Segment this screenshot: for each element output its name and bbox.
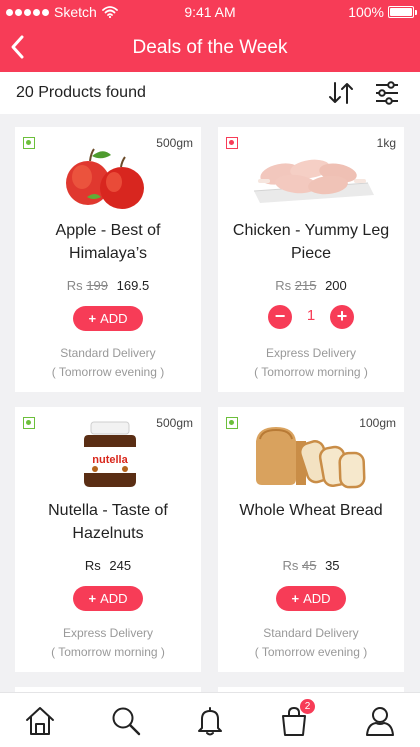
delivery-type: Standard Delivery: [60, 346, 156, 360]
currency-label: Rs: [66, 278, 83, 293]
delivery-time: ( Tomorrow morning ): [51, 645, 165, 659]
cart-badge: 2: [300, 699, 315, 714]
increase-quantity-button[interactable]: +: [330, 305, 354, 329]
delivery-info: Standard Delivery ( Tomorrow evening ): [218, 624, 404, 662]
results-count: 20 Products found: [16, 84, 146, 101]
home-icon[interactable]: [24, 705, 56, 737]
delivery-type: Express Delivery: [265, 346, 357, 360]
add-button[interactable]: + ADD: [276, 586, 346, 611]
add-button[interactable]: + ADD: [73, 586, 143, 611]
add-button[interactable]: + ADD: [73, 306, 143, 331]
plus-icon: +: [88, 591, 97, 606]
bottom-nav: 2: [0, 692, 420, 747]
search-icon[interactable]: [110, 705, 142, 737]
product-name: Nutella - Taste of Hazelnuts: [48, 502, 168, 542]
status-right: 100%: [348, 4, 417, 20]
product-card-apple[interactable]: 500gm Apple - Best of Himalaya’s Rs 199 …: [15, 127, 201, 392]
delivery-time: ( Tomorrow morning ): [254, 365, 368, 379]
nutella-jar-image: nutella: [84, 421, 136, 487]
app-header: Sketch 9:41 AM 100% Deals of the Week: [0, 0, 420, 72]
product-price: Rs 215 200: [218, 278, 404, 293]
add-button-label: ADD: [303, 591, 331, 606]
plus-icon: +: [291, 591, 300, 606]
currency-label: Rs: [275, 278, 292, 293]
current-price: 169.5: [116, 278, 150, 293]
chicken-image: [253, 159, 374, 203]
add-button-label: ADD: [100, 311, 128, 326]
delivery-info: Standard Delivery ( Tomorrow evening ): [15, 344, 201, 382]
old-price: 45: [301, 558, 317, 573]
decrease-quantity-button[interactable]: −: [268, 305, 292, 329]
product-card-nutella[interactable]: 500gm nutella Nutella - Taste of Hazelnu…: [15, 407, 201, 672]
product-card-chicken[interactable]: 1kg Chicken - Yummy Leg Piece Rs 215 200…: [218, 127, 404, 392]
delivery-time: ( Tomorrow evening ): [51, 365, 165, 379]
delivery-info: Express Delivery ( Tomorrow morning ): [218, 344, 404, 382]
bell-icon[interactable]: [194, 705, 226, 737]
product-price: Rs 45 35: [218, 558, 404, 573]
add-button-label: ADD: [100, 591, 128, 606]
page-title: Deals of the Week: [132, 37, 288, 58]
cart-nav-item[interactable]: 2: [278, 699, 315, 737]
product-card-bread[interactable]: 100gm Whole Wheat Bread Rs 45 35 + ADD St…: [218, 407, 404, 672]
product-name: Chicken - Yummy Leg Piece: [232, 222, 390, 262]
plus-icon: +: [88, 311, 97, 326]
old-price: 215: [294, 278, 317, 293]
battery-icon: [388, 6, 417, 18]
quantity-stepper: − 1 +: [268, 305, 354, 331]
product-price: Rs 245: [15, 558, 201, 573]
battery-percent: 100%: [348, 4, 384, 20]
sort-icon[interactable]: [327, 80, 355, 106]
results-bar: 20 Products found: [0, 72, 420, 114]
quantity-value: 1: [306, 307, 316, 324]
bread-image: [256, 427, 366, 489]
delivery-type: Express Delivery: [62, 626, 154, 640]
apple-image: [66, 148, 144, 209]
delivery-info: Express Delivery ( Tomorrow morning ): [15, 624, 201, 662]
current-price: 200: [325, 278, 347, 293]
nutella-label-text: nutella: [92, 454, 128, 466]
current-price: 35: [325, 558, 340, 573]
product-name: Whole Wheat Bread: [239, 502, 383, 519]
product-name: Apple - Best of Himalaya’s: [55, 222, 161, 262]
current-price: 245: [109, 558, 132, 573]
delivery-type: Standard Delivery: [263, 626, 359, 640]
delivery-time: ( Tomorrow evening ): [254, 645, 368, 659]
product-price: Rs 199 169.5: [15, 278, 201, 293]
user-icon[interactable]: [364, 705, 396, 737]
old-price: 199: [86, 278, 109, 293]
status-bar: Sketch 9:41 AM 100%: [0, 0, 420, 24]
sliders-icon[interactable]: [374, 80, 400, 106]
currency-label: Rs: [282, 558, 299, 573]
currency-label: Rs: [84, 558, 101, 573]
